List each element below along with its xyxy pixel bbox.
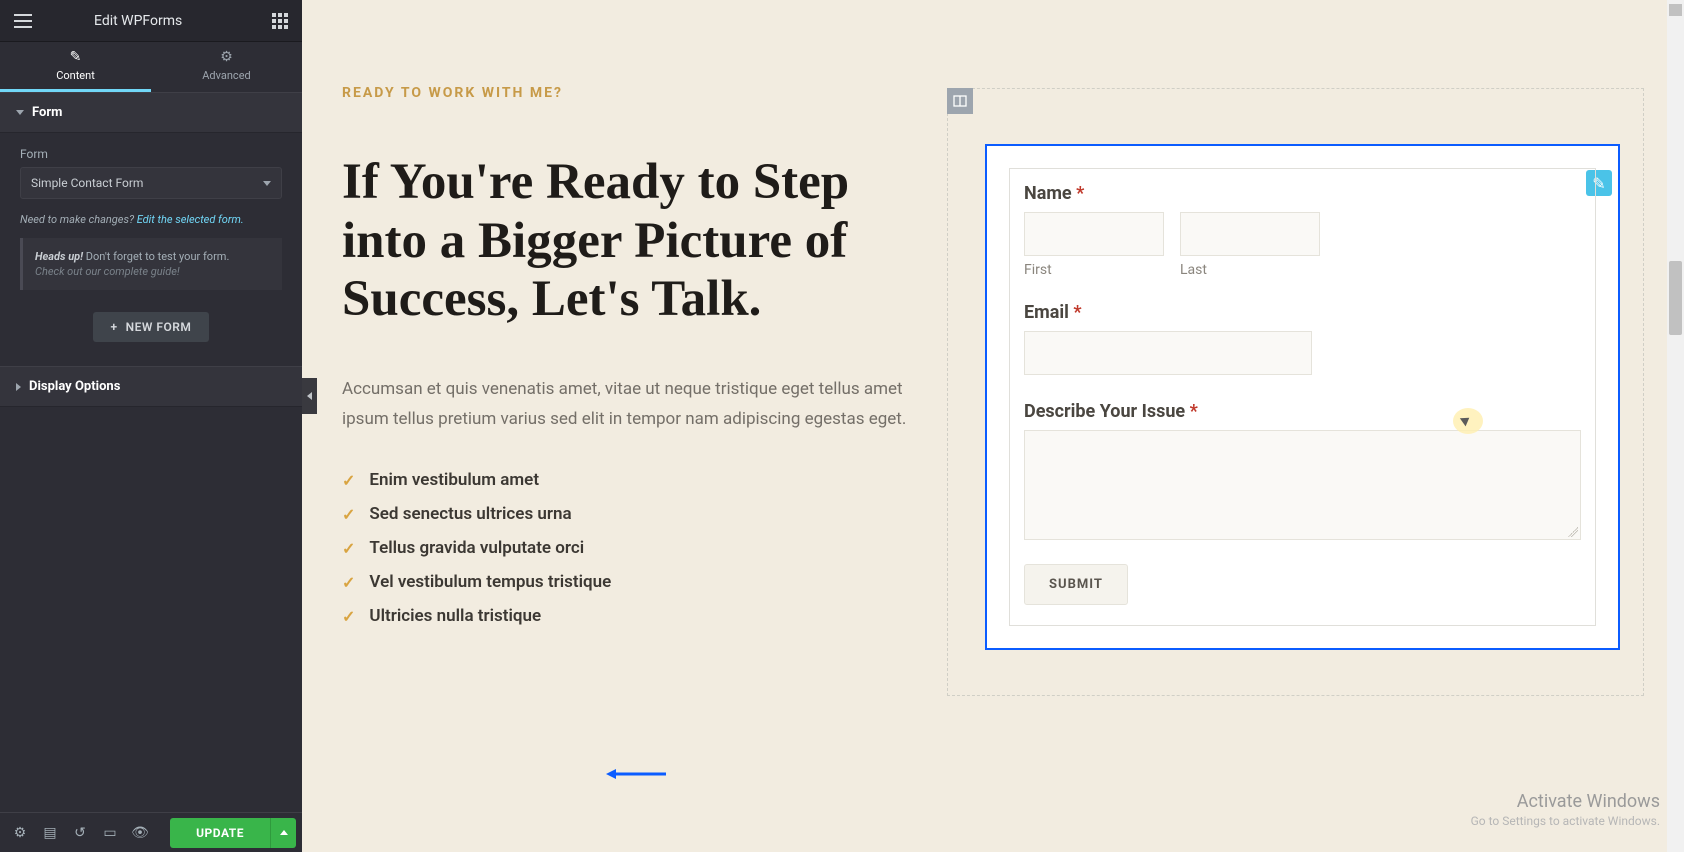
panel-title: Edit WPForms: [94, 13, 182, 29]
name-field-label: Name *: [1024, 183, 1581, 204]
list-item: ✓Enim vestibulum amet: [342, 470, 907, 490]
vertical-scrollbar[interactable]: [1667, 0, 1684, 852]
panel-collapse-toggle[interactable]: [302, 378, 317, 414]
update-options-button[interactable]: [270, 818, 296, 848]
section-title: Display Options: [29, 379, 120, 394]
guide-link[interactable]: Check out our complete guide!: [35, 265, 270, 278]
preview-eye-icon[interactable]: 👁: [126, 819, 154, 847]
wpforms-widget[interactable]: ✎ Name * First Last: [985, 144, 1620, 650]
check-icon: ✓: [342, 573, 355, 592]
last-name-sublabel: Last: [1180, 262, 1320, 278]
main-heading: If You're Ready to Step into a Bigger Pi…: [342, 153, 907, 329]
section-form-header[interactable]: Form: [0, 92, 302, 133]
feature-list: ✓Enim vestibulum amet ✓Sed senectus ultr…: [342, 470, 907, 626]
section-display-options-header[interactable]: Display Options: [0, 366, 302, 407]
widgets-grid-icon[interactable]: [272, 13, 288, 29]
update-button[interactable]: UPDATE: [170, 818, 270, 848]
responsive-icon[interactable]: ▭: [96, 819, 124, 847]
panel-tabs: ✎ Content ⚙ Advanced: [0, 42, 302, 92]
history-icon[interactable]: ↺: [66, 819, 94, 847]
pencil-icon: ✎: [70, 49, 82, 65]
describe-textarea[interactable]: [1024, 430, 1581, 540]
form-edit-hint: Need to make changes? Edit the selected …: [20, 213, 282, 226]
navigator-icon[interactable]: ▤: [36, 819, 64, 847]
gear-icon: ⚙: [220, 49, 233, 65]
tab-label: Advanced: [202, 69, 250, 82]
editor-canvas: READY TO WORK WITH ME? If You're Ready t…: [302, 0, 1684, 852]
section-handle-icon[interactable]: [947, 88, 973, 114]
activate-windows-sub: Go to Settings to activate Windows.: [1471, 814, 1660, 828]
form-column: ✎ Name * First Last: [947, 88, 1644, 696]
list-item: ✓Ultricies nulla tristique: [342, 606, 907, 626]
eyebrow-text: READY TO WORK WITH ME?: [342, 85, 907, 101]
menu-icon[interactable]: [14, 14, 32, 28]
check-icon: ✓: [342, 539, 355, 558]
panel-footer: ⚙ ▤ ↺ ▭ 👁 UPDATE: [0, 812, 302, 852]
annotation-arrow: [606, 764, 666, 774]
email-input[interactable]: [1024, 331, 1312, 375]
form-preview: Name * First Last Email *: [1009, 168, 1596, 626]
chevron-right-icon: [16, 383, 21, 391]
page-content: READY TO WORK WITH ME? If You're Ready t…: [302, 0, 1684, 736]
scrollbar-thumb[interactable]: [1669, 261, 1682, 335]
last-name-input[interactable]: [1180, 212, 1320, 256]
panel-header: Edit WPForms: [0, 0, 302, 42]
list-item: ✓Sed senectus ultrices urna: [342, 504, 907, 524]
form-select[interactable]: Simple Contact Form: [20, 167, 282, 199]
submit-button[interactable]: SUBMIT: [1024, 564, 1128, 605]
section-title: Form: [32, 105, 62, 120]
form-select-label: Form: [20, 147, 282, 161]
tab-label: Content: [56, 69, 95, 82]
describe-field-label: Describe Your Issue *: [1024, 401, 1581, 422]
first-name-sublabel: First: [1024, 262, 1164, 278]
edit-form-link[interactable]: Edit the selected form.: [137, 213, 244, 226]
check-icon: ✓: [342, 505, 355, 524]
caret-up-icon: [280, 830, 288, 835]
tab-content[interactable]: ✎ Content: [0, 42, 151, 92]
text-column: READY TO WORK WITH ME? If You're Ready t…: [342, 85, 907, 696]
list-item: ✓Vel vestibulum tempus tristique: [342, 572, 907, 592]
elementor-side-panel: Edit WPForms ✎ Content ⚙ Advanced Form F…: [0, 0, 302, 852]
intro-paragraph: Accumsan et quis venenatis amet, vitae u…: [342, 375, 907, 435]
section-container[interactable]: ✎ Name * First Last: [947, 88, 1644, 696]
plus-icon: +: [111, 320, 118, 334]
chevron-down-icon: [16, 110, 24, 115]
form-select-value: Simple Contact Form: [31, 176, 143, 190]
new-form-button[interactable]: + NEW FORM: [93, 312, 210, 342]
activate-windows-title: Activate Windows: [1517, 791, 1660, 812]
cursor-highlight: [1453, 408, 1483, 434]
check-icon: ✓: [342, 607, 355, 626]
list-item: ✓Tellus gravida vulputate orci: [342, 538, 907, 558]
scrollbar-up-button[interactable]: [1669, 4, 1682, 16]
email-field-label: Email *: [1024, 302, 1581, 323]
first-name-input[interactable]: [1024, 212, 1164, 256]
heads-up-notice: Heads up! Don't forget to test your form…: [20, 238, 282, 290]
section-form-body: Form Simple Contact Form Need to make ch…: [0, 133, 302, 366]
settings-icon[interactable]: ⚙: [6, 819, 34, 847]
tab-advanced[interactable]: ⚙ Advanced: [151, 42, 302, 92]
check-icon: ✓: [342, 471, 355, 490]
chevron-down-icon: [263, 181, 271, 186]
